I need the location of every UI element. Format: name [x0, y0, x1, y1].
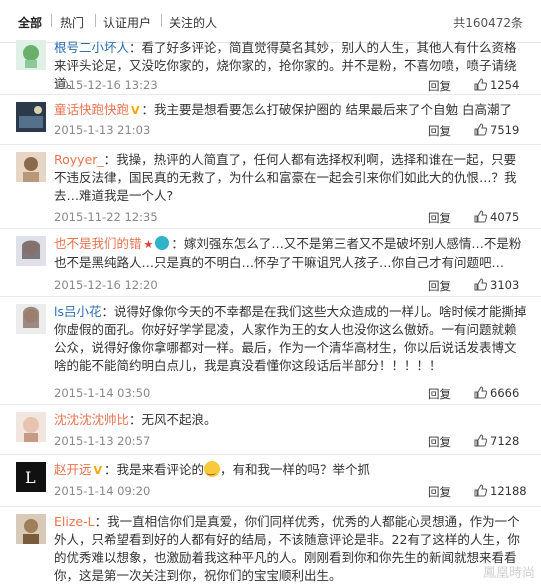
- username-link[interactable]: Elize-L: [54, 514, 95, 529]
- username-link[interactable]: 根号二小坏人: [54, 40, 129, 55]
- like-count: 7128: [490, 434, 520, 448]
- comment-time: 2015-1-14 03:50: [54, 386, 151, 400]
- comment-body: ls吕小花：说得好像你今天的不幸都是在我们这些大众造成的一样儿。啥时候才能撕掉你…: [54, 303, 527, 375]
- like-button[interactable]: 3103: [474, 278, 519, 292]
- reply-button[interactable]: 回复: [428, 484, 451, 500]
- comment-item: L 赵开远V：我是来看评论的 ，有和我一样的吗？举个抓 2015-1-14 09:…: [0, 456, 541, 507]
- divider: [95, 14, 96, 27]
- like-count: 6666: [490, 386, 520, 400]
- comment-item: 根号二小坏人：看了好多评论，简直觉得莫名其妙，别人的人生，其他人有什么资格来评头…: [0, 34, 541, 95]
- like-count: 12188: [490, 484, 527, 498]
- comment-time: 2015-12-16 13:23: [54, 78, 158, 92]
- comment-text: ：我操，热评的人简直了，任何人都有选择权利啊，选择和谁在一起，只要不违反法律，国…: [54, 152, 517, 203]
- comment-item: 童话快跑快跑 V ：我主要是想看要怎么打破保护圈的 结果最后来了个自勉 白高潮了 2…: [0, 96, 541, 145]
- comment-body: 赵开远V：我是来看评论的 ，有和我一样的吗？举个抓: [54, 461, 527, 480]
- comment-item: 也不是我们的错 ★ ：嫁刘强东怎么了…又不是第三者又不是破坏别人感情…不是粉也不是黑…: [0, 230, 541, 297]
- comment-time: 2015-11-22 12:35: [54, 210, 158, 224]
- reply-button[interactable]: 回复: [428, 123, 451, 139]
- comment-text: ：我一直相信你们是真爱，你们同样优秀，优秀的人都能心灵想通，作为一个外人，只希望…: [54, 514, 520, 583]
- like-count: 4075: [490, 210, 520, 224]
- like-button[interactable]: 7519: [474, 123, 519, 137]
- tab-following[interactable]: 关注的人: [169, 14, 217, 31]
- avatar[interactable]: [16, 412, 46, 442]
- thumbs-up-icon: [474, 386, 488, 399]
- reply-button[interactable]: 回复: [428, 210, 451, 226]
- username-link[interactable]: 童话快跑快跑: [54, 102, 129, 117]
- like-button[interactable]: 12188: [474, 484, 527, 498]
- username-link[interactable]: ls吕小花: [54, 304, 102, 319]
- like-count: 3103: [490, 278, 520, 292]
- avatar[interactable]: [16, 102, 46, 132]
- thumbs-up-icon: [474, 123, 488, 136]
- comment-item: ls吕小花：说得好像你今天的不幸都是在我们这些大众造成的一样儿。啥时候才能撕掉你…: [0, 298, 541, 405]
- thumbs-up-icon: [474, 210, 488, 223]
- verified-badge-icon: V: [131, 104, 140, 117]
- comment-body: 童话快跑快跑 V ：我主要是想看要怎么打破保护圈的 结果最后来了个自勉 白高潮了: [54, 101, 527, 120]
- divider: [51, 14, 52, 27]
- comment-body: Elize-L：我一直相信你们是真爱，你们同样优秀，优秀的人都能心灵想通，作为一…: [54, 513, 527, 585]
- username-link[interactable]: 赵开远: [54, 462, 92, 477]
- comment-text: ：无风不起浪。: [129, 412, 217, 427]
- star-badge-icon: ★: [143, 238, 154, 251]
- avatar[interactable]: [16, 304, 46, 334]
- camera-badge-icon: [155, 236, 170, 250]
- thumbs-up-icon: [474, 278, 488, 291]
- comment-text: ：我主要是想看要怎么打破保护圈的 结果最后来了个自勉 白高潮了: [141, 102, 512, 117]
- like-button[interactable]: 1254: [474, 78, 519, 92]
- avatar[interactable]: L: [16, 462, 46, 492]
- divider: [161, 14, 162, 27]
- comment-item: Royyer_：我操，热评的人简直了，任何人都有选择权利啊，选择和谁在一起，只要…: [0, 146, 541, 229]
- thumbs-up-icon: [474, 434, 488, 447]
- tab-all[interactable]: 全部: [18, 14, 42, 31]
- comment-count: 共160472条: [453, 16, 523, 30]
- comment-time: 2015-12-16 12:20: [54, 278, 158, 292]
- thumbs-up-icon: [474, 484, 488, 497]
- tab-verified-users[interactable]: 认证用户: [103, 14, 151, 31]
- verified-badge-icon: V: [93, 464, 103, 477]
- like-count: 1254: [490, 78, 520, 92]
- thumbs-up-icon: [474, 78, 488, 91]
- avatar[interactable]: [16, 40, 46, 70]
- comment-text-continued: ，有和我一样的吗？举个抓: [220, 462, 371, 477]
- comment-time: 2015-1-14 09:20: [54, 484, 151, 498]
- smiley-emoji-icon: [204, 461, 221, 480]
- comment-time: 2015-1-13 20:57: [54, 434, 151, 448]
- comment-text: ：我是来看评论的: [104, 462, 205, 477]
- reply-button[interactable]: 回复: [428, 278, 451, 294]
- username-link[interactable]: Royyer_: [54, 152, 104, 167]
- comment-item: Elize-L：我一直相信你们是真爱，你们同样优秀，优秀的人都能心灵想通，作为一…: [0, 508, 541, 583]
- comment-body: Royyer_：我操，热评的人简直了，任何人都有选择权利啊，选择和谁在一起，只要…: [54, 151, 527, 205]
- comment-time: 2015-1-13 21:03: [54, 123, 151, 137]
- watermark: 鳳凰時尚: [482, 566, 535, 581]
- like-button[interactable]: 4075: [474, 210, 519, 224]
- like-button[interactable]: 6666: [474, 386, 519, 400]
- avatar[interactable]: [16, 514, 46, 544]
- reply-button[interactable]: 回复: [428, 386, 451, 402]
- username-link[interactable]: 也不是我们的错: [54, 236, 142, 251]
- like-button[interactable]: 7128: [474, 434, 519, 448]
- avatar[interactable]: [16, 152, 46, 182]
- comment-item: 沈沈沈沈帅比：无风不起浪。 2015-1-13 20:57 回复 7128: [0, 406, 541, 455]
- avatar[interactable]: [16, 236, 46, 266]
- reply-button[interactable]: 回复: [428, 78, 451, 94]
- comment-body: 沈沈沈沈帅比：无风不起浪。: [54, 411, 527, 429]
- reply-button[interactable]: 回复: [428, 434, 451, 450]
- like-count: 7519: [490, 123, 520, 137]
- svg-text:L: L: [25, 468, 36, 487]
- tab-hot[interactable]: 热门: [60, 14, 84, 31]
- comment-body: 也不是我们的错 ★ ：嫁刘强东怎么了…又不是第三者又不是破坏别人感情…不是粉也不是黑…: [54, 235, 527, 272]
- username-link[interactable]: 沈沈沈沈帅比: [54, 412, 129, 427]
- comment-text: ：说得好像你今天的不幸都是在我们这些大众造成的一样儿。啥时候才能撕掉你虚假的面孔…: [54, 304, 527, 373]
